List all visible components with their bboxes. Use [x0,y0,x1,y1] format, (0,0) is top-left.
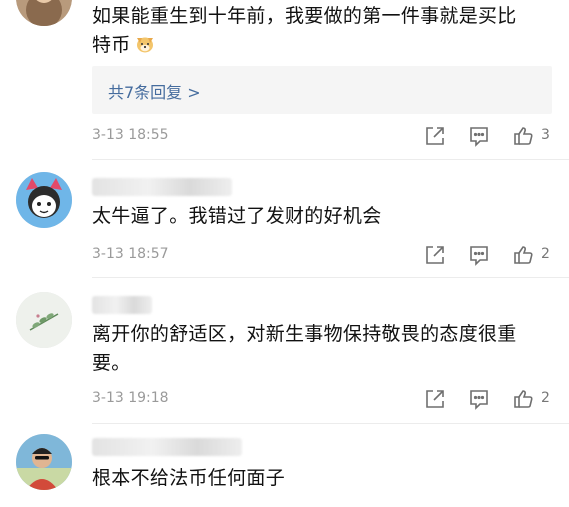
comment-icon[interactable] [468,244,490,266]
avatar[interactable] [16,292,72,348]
username-redacted [92,438,242,456]
like-count: 3 [541,127,550,143]
comment-time: 3-13 18:57 [92,246,169,262]
comment-meta: 3-13 18:55 3 [92,125,555,149]
comment-text: 太牛逼了。我错过了发财的好机会 [92,205,382,227]
comment-text: 如果能重生到十年前，我要做的第一件事就是买比 特币 [92,5,517,56]
thumbs-up-icon[interactable] [512,125,534,147]
comment-item: 离开你的舒适区，对新生事物保持敬畏的态度很重 要。 3-13 19:18 2 [0,278,569,424]
replies-label: 共7条回复 > [108,83,201,102]
dog-face-emoji-icon [135,34,155,54]
comment-icon[interactable] [468,125,490,147]
comment-item: 如果能重生到十年前，我要做的第一件事就是买比 特币 共7条回复 > 3-13 1… [0,0,569,160]
comment-meta: 3-13 18:57 2 [92,244,555,268]
avatar[interactable] [16,434,72,490]
thumbs-up-icon[interactable] [512,244,534,266]
comment-text: 离开你的舒适区，对新生事物保持敬畏的态度很重 要。 [92,323,517,374]
comment-item: 根本不给法币任何面子 [0,424,569,507]
comment-time: 3-13 19:18 [92,390,169,406]
comment-icon[interactable] [468,388,490,410]
comment-item: 太牛逼了。我错过了发财的好机会 3-13 18:57 2 [0,160,569,278]
share-icon[interactable] [424,244,446,266]
like-count: 2 [541,390,550,406]
share-icon[interactable] [424,125,446,147]
comment-time: 3-13 18:55 [92,127,169,143]
like-count: 2 [541,246,550,262]
avatar[interactable] [16,0,72,26]
avatar[interactable] [16,172,72,228]
share-icon[interactable] [424,388,446,410]
username-redacted [92,296,152,314]
comment-meta: 3-13 19:18 2 [92,388,555,412]
username-redacted [92,178,232,196]
view-replies-button[interactable]: 共7条回复 > [92,66,552,114]
comment-text: 根本不给法币任何面子 [92,467,286,489]
thumbs-up-icon[interactable] [512,388,534,410]
